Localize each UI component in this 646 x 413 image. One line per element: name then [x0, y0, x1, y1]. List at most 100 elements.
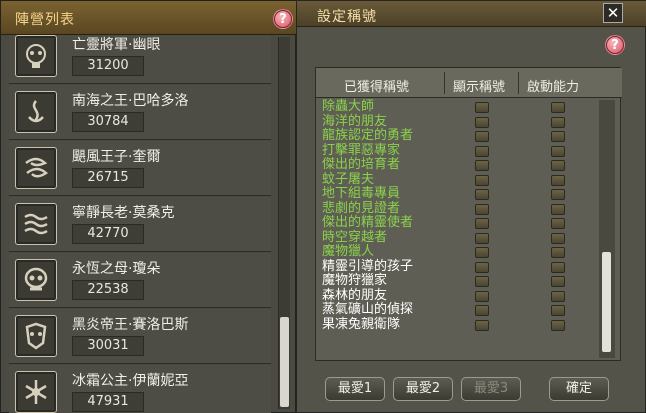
activate-ability-checkbox[interactable] — [551, 116, 565, 128]
title-row[interactable]: 果凍兔親衛隊 — [318, 317, 598, 333]
display-title-checkbox[interactable] — [475, 261, 489, 273]
title-name: 森林的朋友 — [322, 287, 388, 303]
title-row[interactable]: 打擊罪惡專家 — [318, 142, 598, 159]
faction-list-title: 陣營列表 — [15, 12, 75, 28]
activate-ability-checkbox[interactable] — [551, 319, 565, 331]
titles-scrollbar[interactable] — [599, 100, 615, 358]
faction-name: 亡靈將軍·幽眼 — [72, 37, 161, 53]
title-row[interactable]: 悲劇的見證者 — [318, 201, 598, 217]
display-title-checkbox[interactable] — [475, 305, 489, 316]
activate-ability-checkbox[interactable] — [551, 290, 565, 302]
activate-ability-checkbox[interactable] — [551, 131, 565, 142]
display-title-checkbox[interactable] — [475, 116, 489, 128]
confirm-button[interactable]: 確定 — [549, 377, 609, 401]
faction-name: 南海之王·巴哈多洛 — [72, 93, 189, 109]
faction-score: 30784 — [72, 112, 144, 132]
activate-ability-checkbox[interactable] — [551, 189, 565, 200]
activate-ability-checkbox[interactable] — [551, 232, 565, 244]
faction-score: 22538 — [72, 280, 144, 300]
activate-ability-checkbox[interactable] — [551, 261, 565, 273]
faction-row[interactable]: 颶風王子·奎爾 26715 — [9, 141, 271, 196]
display-title-checkbox[interactable] — [475, 247, 489, 258]
display-title-checkbox[interactable] — [475, 160, 489, 171]
title-row[interactable]: 傑出的培育者 — [318, 158, 598, 173]
title-row[interactable]: 地下組毒專員 — [318, 187, 598, 202]
title-name: 蒸氣礦山的偵探 — [322, 302, 414, 317]
title-name: 地下組毒專員 — [322, 186, 401, 201]
title-row[interactable]: 傑出的精靈使者 — [318, 216, 598, 231]
faction-score: 26715 — [72, 168, 144, 188]
title-name: 除蟲大師 — [322, 99, 375, 114]
title-name: 打擊罪惡專家 — [322, 142, 401, 158]
set-title-dialog: 設定稱號 ✕ ? 已獲得稱號 顯示稱號 啟動能力 除蟲大師 海洋的朋友 龍族認定的勇… — [296, 0, 646, 413]
activate-ability-checkbox[interactable] — [551, 276, 565, 287]
activate-ability-checkbox[interactable] — [551, 218, 565, 229]
display-title-checkbox[interactable] — [475, 203, 489, 215]
activate-ability-checkbox[interactable] — [551, 174, 565, 186]
title-row[interactable]: 蒸氣礦山的偵探 — [318, 303, 598, 318]
wind-swirl-emblem-icon — [15, 147, 57, 189]
column-header-earned-titles: 已獲得稱號 — [344, 80, 410, 95]
faction-row[interactable]: 黑炎帝王·賽洛巴斯 30031 — [9, 309, 271, 364]
ice-crystal-emblem-icon — [15, 371, 57, 413]
column-divider — [444, 72, 445, 94]
faction-name: 黑炎帝王·賽洛巴斯 — [72, 317, 189, 333]
faction-row[interactable]: 亡靈將軍·幽眼 31200 — [9, 35, 271, 84]
titles-list: 除蟲大師 海洋的朋友 龍族認定的勇者 打擊罪惡專家 傑出的培育者 蚊子屠夫 地下組毒專員 悲劇… — [318, 98, 598, 360]
faction-row[interactable]: 寧靜長老·莫桑克 42770 — [9, 197, 271, 252]
title-row[interactable]: 森林的朋友 — [318, 287, 598, 304]
faction-score: 47931 — [72, 392, 144, 412]
set-title-help-icon[interactable]: ? — [605, 35, 625, 55]
sea-flame-emblem-icon — [15, 91, 57, 133]
activate-ability-checkbox[interactable] — [551, 160, 565, 171]
favorite-2-button[interactable]: 最愛2 — [393, 377, 453, 401]
title-name: 海洋的朋友 — [322, 113, 388, 129]
title-name: 魔物狩獵家 — [322, 273, 388, 288]
faction-row[interactable]: 南海之王·巴哈多洛 30784 — [9, 85, 271, 140]
display-title-checkbox[interactable] — [475, 290, 489, 302]
faction-name: 寧靜長老·莫桑克 — [72, 205, 175, 221]
display-title-checkbox[interactable] — [475, 276, 489, 287]
faction-row[interactable]: 冰霜公主·伊蘭妮亞 47931 — [9, 365, 271, 413]
title-row[interactable]: 魔物狩獵家 — [318, 274, 598, 289]
display-title-checkbox[interactable] — [475, 232, 489, 244]
activate-ability-checkbox[interactable] — [551, 145, 565, 157]
faction-name: 永恆之母·瓊朵 — [72, 261, 161, 277]
activate-ability-checkbox[interactable] — [551, 102, 565, 113]
faction-list-scrollbar[interactable] — [278, 37, 290, 409]
faction-row[interactable]: 永恆之母·瓊朵 22538 — [9, 253, 271, 308]
title-row[interactable]: 魔物獵人 — [318, 245, 598, 260]
titles-scroll-thumb[interactable] — [602, 252, 611, 352]
activate-ability-checkbox[interactable] — [551, 203, 565, 215]
display-title-checkbox[interactable] — [475, 102, 489, 113]
display-title-checkbox[interactable] — [475, 319, 489, 331]
display-title-checkbox[interactable] — [475, 145, 489, 157]
title-row[interactable]: 海洋的朋友 — [318, 113, 598, 130]
set-title-titlebar: 設定稱號 ✕ — [297, 1, 646, 27]
dark-flame-mask-emblem-icon — [15, 315, 57, 357]
faction-list-scroll-thumb[interactable] — [280, 317, 289, 407]
title-row[interactable]: 時空穿越者 — [318, 230, 598, 246]
title-row[interactable]: 精靈引導的孩子 — [318, 258, 598, 275]
title-row[interactable]: 蚊子屠夫 — [318, 172, 598, 188]
favorite-3-button[interactable]: 最愛3 — [461, 377, 521, 401]
faction-help-icon[interactable]: ? — [273, 9, 293, 29]
title-row[interactable]: 除蟲大師 — [318, 100, 598, 115]
title-name: 傑出的培育者 — [322, 157, 401, 172]
title-row[interactable]: 龍族認定的勇者 — [318, 129, 598, 144]
favorite-1-button[interactable]: 最愛1 — [325, 377, 385, 401]
faction-list-titlebar: 陣營列表 ? — [1, 1, 297, 35]
set-title-dialog-title: 設定稱號 — [317, 9, 377, 25]
display-title-checkbox[interactable] — [475, 189, 489, 200]
column-divider — [518, 72, 519, 94]
faction-score: 30031 — [72, 336, 144, 356]
close-icon[interactable]: ✕ — [603, 3, 623, 23]
faction-score: 31200 — [72, 56, 144, 76]
title-name: 精靈引導的孩子 — [322, 258, 414, 274]
display-title-checkbox[interactable] — [475, 131, 489, 142]
display-title-checkbox[interactable] — [475, 174, 489, 186]
activate-ability-checkbox[interactable] — [551, 305, 565, 316]
activate-ability-checkbox[interactable] — [551, 247, 565, 258]
faction-list-panel: 陣營列表 ? 亡靈將軍·幽眼 31200 南海之王·巴哈多洛 30784 颶風王… — [0, 0, 297, 413]
display-title-checkbox[interactable] — [475, 218, 489, 229]
